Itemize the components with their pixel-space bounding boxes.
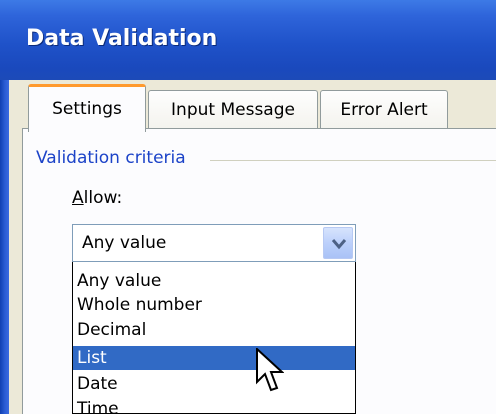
tab-settings[interactable]: Settings	[28, 84, 146, 132]
title-bar[interactable]: Data Validation	[0, 0, 496, 80]
tab-input-message[interactable]: Input Message	[148, 90, 318, 128]
tab-error-alert[interactable]: Error Alert	[320, 90, 448, 128]
allow-select[interactable]: Any value	[72, 224, 356, 262]
option-time-label: Time	[77, 399, 119, 414]
group-divider	[210, 160, 496, 161]
option-date[interactable]: Date	[73, 372, 355, 396]
option-time[interactable]: Time	[73, 397, 355, 414]
window-left-border	[0, 80, 9, 414]
option-list-label: List	[77, 348, 107, 368]
data-validation-dialog: Data Validation Settings Input Message E…	[0, 0, 496, 414]
tab-settings-label: Settings	[52, 99, 122, 119]
option-whole-number[interactable]: Whole number	[73, 293, 355, 317]
arrow-cursor-icon	[256, 348, 284, 392]
option-whole-number-label: Whole number	[77, 295, 202, 315]
allow-dropdown-list[interactable]: Any value Whole number Decimal List Date…	[72, 262, 356, 414]
option-any-value-label: Any value	[77, 271, 162, 291]
allow-label: Allow:	[72, 188, 122, 208]
tab-input-message-label: Input Message	[171, 100, 295, 120]
allow-select-value: Any value	[82, 233, 167, 253]
validation-criteria-label: Validation criteria	[36, 148, 194, 168]
option-decimal[interactable]: Decimal	[73, 318, 355, 342]
option-date-label: Date	[77, 374, 118, 394]
option-list[interactable]: List	[73, 346, 355, 370]
allow-label-text: llow:	[83, 188, 123, 208]
chevron-down-icon	[331, 239, 347, 250]
allow-label-mnemonic: A	[72, 188, 84, 208]
option-any-value[interactable]: Any value	[73, 269, 355, 293]
tab-error-alert-label: Error Alert	[340, 100, 428, 120]
dialog-title: Data Validation	[26, 26, 218, 51]
option-decimal-label: Decimal	[77, 320, 147, 340]
allow-dropdown-button[interactable]	[323, 227, 353, 259]
